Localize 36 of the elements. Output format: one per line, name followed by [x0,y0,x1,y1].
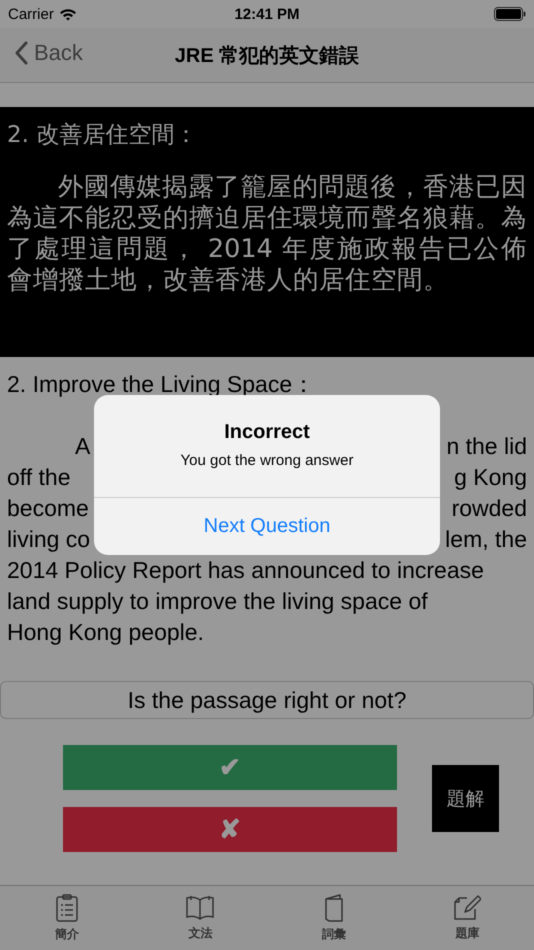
tab-item[interactable]: 簡介 [0,886,134,950]
paragraph-fragment: n the lid [446,433,527,461]
paragraph-fragment: lem, the [445,526,527,554]
tab-item[interactable]: 詞彙 [267,886,400,950]
tab-item[interactable]: 題庫 [400,886,534,950]
paragraph-line: 2014 Policy Report has announced to increase [7,557,485,585]
battery-icon [494,7,526,21]
chinese-paragraph: 外國傳媒揭露了籠屋的問題後，香港已因為這不能忍受的擠迫居住環境而聲名狼藉。為了處理這問題， 2014 年度施政報告已公佈會增撥土地，改善香港人的居住空間。 [7,172,527,296]
paragraph-line: land supply to improve the living space of [7,588,429,616]
question-label: Is the passage right or not? [0,681,534,719]
clipboard-icon [54,894,79,922]
wifi-icon [58,8,77,20]
correct-button[interactable]: ✔ [63,745,397,790]
chinese-heading: 2. 改善居住空間： [7,121,198,150]
paragraph-line: Hong Kong people. [7,619,205,647]
status-time: 12:41 PM [234,6,300,22]
nav-title: JRE 常犯的英文錯誤 [174,44,360,68]
explanation-button[interactable]: 題解 [432,765,499,832]
alert-message: You got the wrong answer [180,452,354,469]
english-heading: 2. Improve the Living Space： [7,370,316,399]
back-button[interactable]: Back [14,40,83,66]
open-book-icon [186,894,214,920]
next-question-button[interactable]: Next Question [94,498,440,555]
book-icon [322,894,345,922]
chevron-left-icon [14,41,28,65]
edit-icon [453,894,482,920]
paragraph-fragment: living co [7,526,90,554]
tab-item[interactable]: 文法 [134,886,267,950]
paragraph-fragment: become [7,495,89,523]
paragraph-fragment: g Kong [454,464,527,492]
paragraph-fragment: off the [7,464,71,492]
paragraph-fragment: rowded [452,495,527,523]
incorrect-button[interactable]: ✘ [63,807,397,852]
alert-title: Incorrect [224,421,310,444]
paragraph-fragment: A [75,433,90,461]
carrier-label: Carrier [8,6,54,22]
